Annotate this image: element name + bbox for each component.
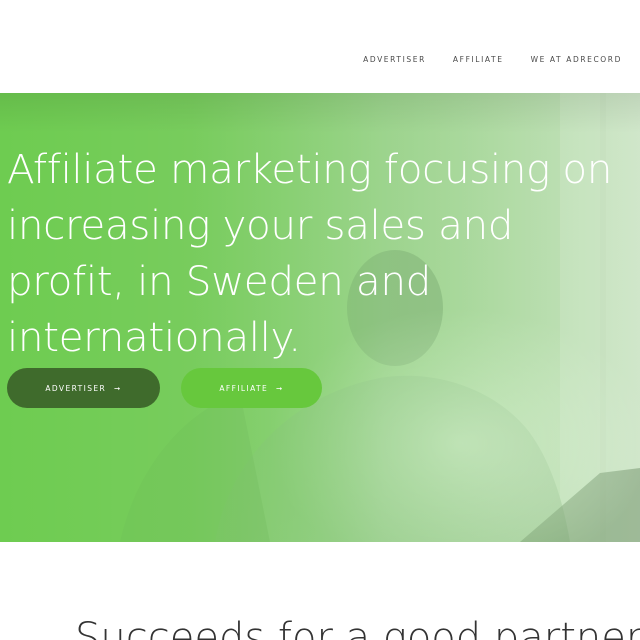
top-header: ADVERTISER AFFILIATE WE AT ADRECORD (0, 0, 640, 93)
arrow-right-icon: ➞ (113, 384, 122, 393)
hero-headline: Affiliate marketing focusing on increasi… (7, 145, 613, 361)
nav-link-affiliate[interactable]: AFFILIATE (453, 55, 504, 64)
main-nav: ADVERTISER AFFILIATE WE AT ADRECORD (336, 55, 622, 64)
arrow-right-icon: ➞ (275, 384, 284, 393)
advertiser-button-label: ADVERTISER (45, 384, 107, 393)
advertiser-button[interactable]: ADVERTISER ➞ (7, 368, 160, 408)
page: ADVERTISER AFFILIATE WE AT ADRECORD Affi… (0, 0, 640, 640)
nav-link-we-at-adrecord[interactable]: WE AT ADRECORD (531, 55, 622, 64)
hero-top-shadow (0, 93, 640, 133)
affiliate-button-label: AFFILIATE (219, 384, 269, 393)
hero-section: Affiliate marketing focusing on increasi… (0, 93, 640, 542)
section-heading: Succeeds for a good partnership (75, 615, 640, 640)
affiliate-button[interactable]: AFFILIATE ➞ (181, 368, 322, 408)
nav-link-advertiser[interactable]: ADVERTISER (363, 55, 426, 64)
